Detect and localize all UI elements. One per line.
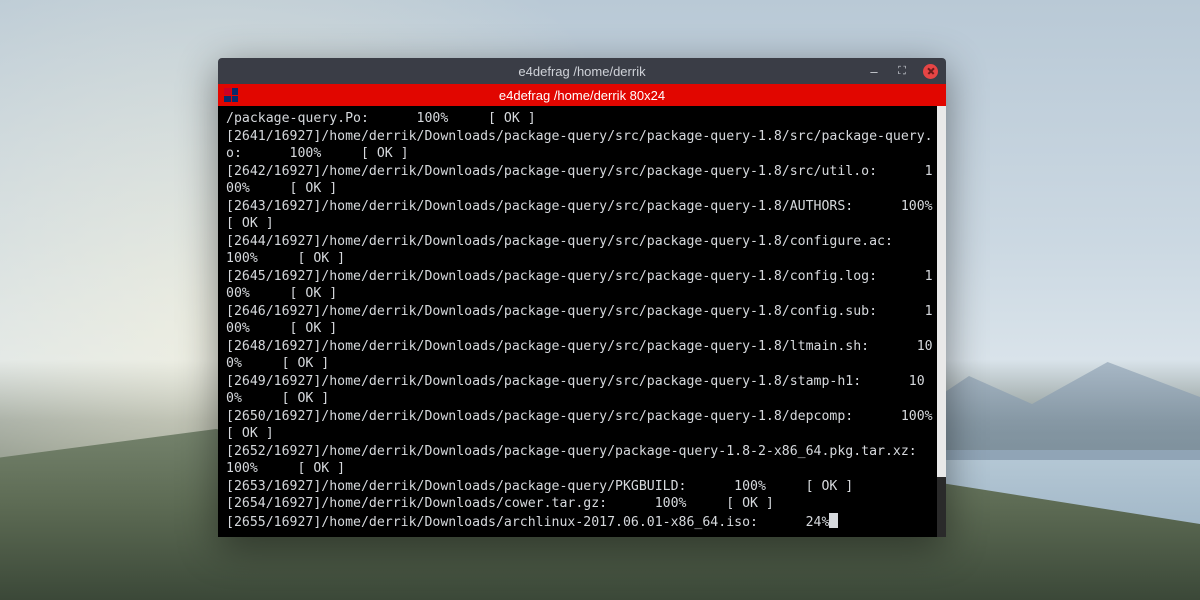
- terminal-line: /package-query.Po: 100% [ OK ]: [226, 110, 938, 128]
- terminal-line: [2654/16927]/home/derrik/Downloads/cower…: [226, 495, 938, 513]
- terminal-scrollbar[interactable]: [937, 106, 946, 537]
- terminal-cursor: [829, 513, 838, 528]
- minimize-button[interactable]: [867, 64, 881, 78]
- terminal-body-wrap: /package-query.Po: 100% [ OK ][2641/1692…: [218, 106, 946, 537]
- terminal-line: [2646/16927]/home/derrik/Downloads/packa…: [226, 303, 938, 338]
- terminal-line: [2655/16927]/home/derrik/Downloads/archl…: [226, 513, 938, 532]
- terminal-line: [2645/16927]/home/derrik/Downloads/packa…: [226, 268, 938, 303]
- window-title: e4defrag /home/derrik: [518, 64, 645, 79]
- terminal-line: [2641/16927]/home/derrik/Downloads/packa…: [226, 128, 938, 163]
- terminal-line: [2643/16927]/home/derrik/Downloads/packa…: [226, 198, 938, 233]
- terminal-line: [2644/16927]/home/derrik/Downloads/packa…: [226, 233, 938, 268]
- terminal-line: [2648/16927]/home/derrik/Downloads/packa…: [226, 338, 938, 373]
- terminal-line: [2642/16927]/home/derrik/Downloads/packa…: [226, 163, 938, 198]
- terminal-window: e4defrag /home/derrik e4defrag /home/der…: [218, 58, 946, 537]
- terminal-line: [2653/16927]/home/derrik/Downloads/packa…: [226, 478, 938, 496]
- close-button[interactable]: [923, 64, 938, 79]
- window-controls: [867, 58, 938, 84]
- terminal-line: [2650/16927]/home/derrik/Downloads/packa…: [226, 408, 938, 443]
- terminal-tab-title: e4defrag /home/derrik 80x24: [499, 88, 665, 103]
- terminal-app-icon: [224, 88, 238, 102]
- terminal-line: [2652/16927]/home/derrik/Downloads/packa…: [226, 443, 938, 478]
- desktop-wallpaper: e4defrag /home/derrik e4defrag /home/der…: [0, 0, 1200, 600]
- terminal-tabstrip: e4defrag /home/derrik 80x24: [218, 84, 946, 106]
- window-titlebar[interactable]: e4defrag /home/derrik: [218, 58, 946, 84]
- terminal-scrollbar-thumb[interactable]: [937, 106, 946, 477]
- terminal-output[interactable]: /package-query.Po: 100% [ OK ][2641/1692…: [218, 106, 946, 537]
- terminal-line: [2649/16927]/home/derrik/Downloads/packa…: [226, 373, 938, 408]
- maximize-button[interactable]: [895, 64, 909, 78]
